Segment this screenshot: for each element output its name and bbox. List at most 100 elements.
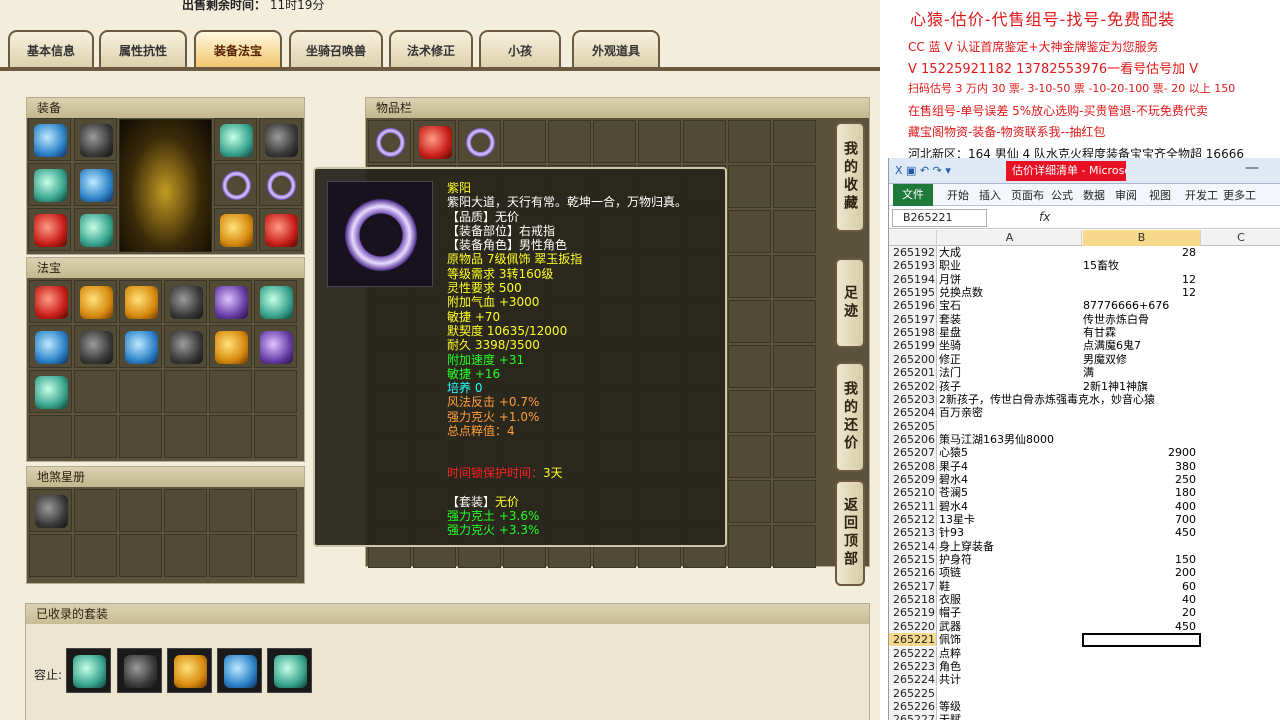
dishaxingce-slot[interactable] [254,534,297,577]
set-item[interactable] [117,648,162,693]
tab-3[interactable]: 装备法宝 [194,30,282,68]
cell-b[interactable]: 2新1神1神旗 [1083,380,1200,393]
cell-b[interactable]: 12 [1083,286,1200,299]
dishaxingce-slot[interactable] [74,489,117,532]
row-number[interactable]: 265197 [889,312,937,327]
equip-slot[interactable] [28,163,71,206]
row-number[interactable]: 265225 [889,686,937,700]
ribbon-tab-10[interactable]: 更多工 [1223,187,1256,203]
footprint-button[interactable]: 足迹 [835,258,865,348]
row-number[interactable]: 265196 [889,299,937,313]
equip-slot[interactable] [28,118,71,161]
fabao-slot[interactable] [209,280,252,323]
fabao-slot[interactable] [29,280,72,323]
row-number[interactable]: 265195 [889,286,937,300]
ribbon-tab-8[interactable]: 视图 [1149,187,1171,203]
dishaxingce-slot[interactable] [29,489,72,532]
cell-a[interactable]: 点粹 [939,647,1129,660]
cell-b[interactable]: 60 [1083,580,1200,593]
item-slot[interactable] [773,165,816,208]
cell-b[interactable]: 700 [1083,513,1200,526]
cell-b[interactable]: 250 [1083,473,1200,486]
fabao-slot[interactable] [209,370,252,413]
tab-6[interactable]: 小孩 [479,30,561,68]
cell-a[interactable]: 百万亲密 [939,406,1129,419]
row-number[interactable]: 265216 [889,566,937,580]
dishaxingce-slot[interactable] [209,534,252,577]
item-slot[interactable] [773,300,816,343]
dishaxingce-slot[interactable] [164,489,207,532]
fabao-slot[interactable] [74,415,117,458]
fabao-slot[interactable] [164,415,207,458]
fabao-slot[interactable] [29,325,72,368]
item-slot[interactable] [773,255,816,298]
ribbon-tab-2[interactable]: 开始 [947,187,969,203]
cell-b[interactable]: 28 [1083,246,1200,259]
dishaxingce-slot[interactable] [209,489,252,532]
column-header-a[interactable]: A [938,230,1082,246]
equip-slot[interactable] [28,208,71,251]
name-box[interactable]: B265221 [892,209,987,227]
cell-b[interactable]: 男魔双修 [1083,353,1200,366]
set-item[interactable] [167,648,212,693]
fabao-slot[interactable] [29,415,72,458]
row-number[interactable]: 265221 [889,633,937,647]
row-number[interactable]: 265207 [889,446,937,460]
ribbon-tab-4[interactable]: 页面布 [1011,187,1044,203]
row-number[interactable]: 265204 [889,406,937,420]
tab-2[interactable]: 属性抗性 [99,30,187,68]
selected-cell[interactable] [1082,633,1201,648]
item-slot[interactable] [728,525,771,568]
item-slot[interactable] [728,480,771,523]
cell-b[interactable]: 400 [1083,500,1200,513]
cell-b[interactable]: 200 [1083,566,1200,579]
fabao-slot[interactable] [74,370,117,413]
item-slot[interactable] [368,120,411,163]
set-item[interactable] [66,648,111,693]
cell-b[interactable]: 点满魔6鬼7 [1083,339,1200,352]
tab-4[interactable]: 坐骑召唤兽 [289,30,383,68]
row-number[interactable]: 265220 [889,619,937,634]
item-slot[interactable] [728,210,771,253]
cell-a[interactable]: 等级 [939,700,1129,713]
cell-b[interactable]: 180 [1083,486,1200,499]
row-number[interactable]: 265198 [889,326,937,340]
ribbon-tab-1[interactable]: 文件 [893,184,933,206]
dishaxingce-slot[interactable] [164,534,207,577]
cell-a[interactable]: 策马江湖163男仙8000 [939,433,1129,446]
row-number[interactable]: 265211 [889,499,937,513]
set-item[interactable] [217,648,262,693]
row-number[interactable]: 265202 [889,379,937,393]
equip-slot[interactable] [259,208,302,251]
ribbon-tab-9[interactable]: 开发工 [1185,187,1218,203]
column-header-c[interactable]: C [1202,230,1280,246]
row-number[interactable]: 265223 [889,659,937,674]
item-slot[interactable] [773,120,816,163]
back-to-top-button[interactable]: 返回顶部 [835,480,865,586]
row-number[interactable]: 265193 [889,259,937,273]
ribbon-tab-7[interactable]: 审阅 [1115,187,1137,203]
cell-b[interactable]: 450 [1083,620,1200,633]
cell-b[interactable]: 87776666+676 [1083,299,1200,312]
item-slot[interactable] [728,390,771,433]
item-slot[interactable] [728,255,771,298]
dishaxingce-slot[interactable] [74,534,117,577]
cell-a[interactable]: 角色 [939,660,1129,673]
item-slot[interactable] [773,210,816,253]
fabao-slot[interactable] [209,415,252,458]
cell-b[interactable]: 2900 [1083,446,1200,459]
row-number[interactable]: 265201 [889,366,937,380]
row-number[interactable]: 265214 [889,539,937,553]
item-slot[interactable] [773,435,816,478]
row-number[interactable]: 265209 [889,472,937,487]
item-slot[interactable] [458,120,501,163]
cell-b[interactable]: 450 [1083,526,1200,539]
cell-b[interactable]: 380 [1083,460,1200,473]
item-slot[interactable] [773,345,816,388]
fabao-slot[interactable] [119,370,162,413]
fabao-slot[interactable] [74,280,117,323]
fabao-slot[interactable] [164,370,207,413]
cell-a[interactable]: 共计 [939,673,1129,686]
fabao-slot[interactable] [254,280,297,323]
row-number[interactable]: 265224 [889,673,937,687]
